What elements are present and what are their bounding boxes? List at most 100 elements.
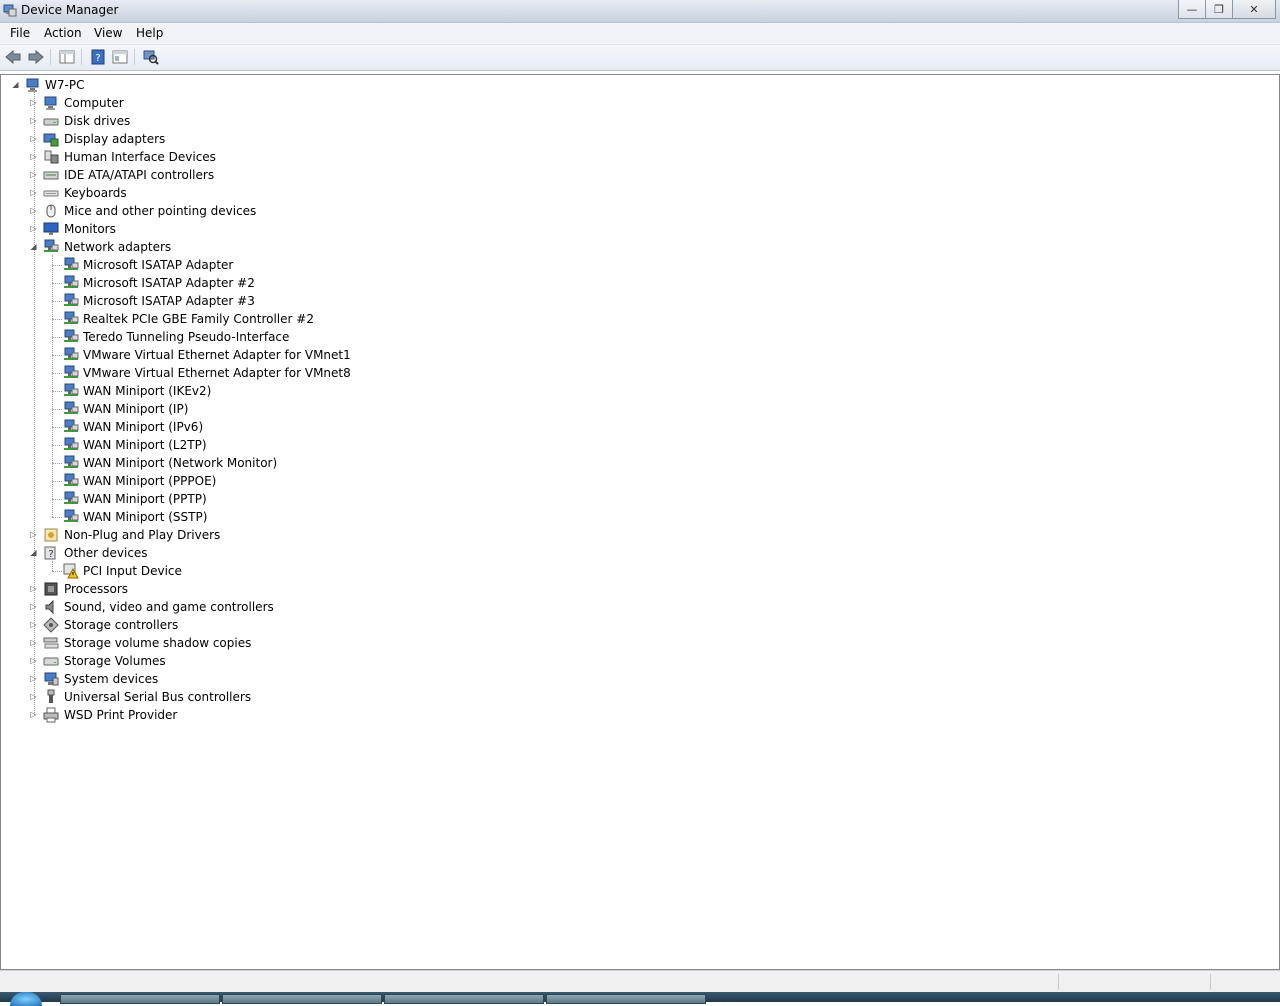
expand-arrow-icon[interactable]: ▷ — [29, 152, 38, 161]
expand-arrow-icon[interactable]: ▷ — [29, 116, 38, 125]
hid-icon — [44, 150, 59, 164]
minimize-button[interactable]: — — [1178, 0, 1206, 19]
expand-arrow-icon[interactable]: ▷ — [29, 530, 38, 539]
expand-arrow-icon[interactable]: ▷ — [29, 206, 38, 215]
unknown-device-icon: ? — [44, 546, 56, 560]
tree-category[interactable]: ▷ Display adapters — [1, 130, 1271, 148]
taskbar-button[interactable] — [546, 994, 706, 1004]
expand-arrow-icon[interactable]: ▷ — [29, 620, 38, 629]
properties-pane-button[interactable] — [57, 48, 77, 66]
menu-help[interactable]: Help — [136, 26, 163, 40]
tree-category[interactable]: ▷ Non-Plug and Play Drivers — [1, 526, 1271, 544]
collapse-arrow-icon[interactable]: ◢ — [29, 242, 38, 251]
tree-category-label: Network adapters — [64, 240, 172, 254]
expand-arrow-icon[interactable]: ▷ — [29, 602, 38, 611]
tree-category[interactable]: ▷ Storage controllers — [1, 616, 1271, 634]
tree-device[interactable]: PCI Input Device — [1, 562, 1271, 580]
toolbar: ? — [0, 45, 1280, 71]
tree-device[interactable]: Teredo Tunneling Pseudo-Interface — [1, 328, 1271, 346]
collapse-arrow-icon[interactable]: ◢ — [29, 548, 38, 557]
expand-arrow-icon[interactable]: ▷ — [29, 656, 38, 665]
start-button[interactable] — [10, 992, 42, 1006]
taskbar-button[interactable] — [222, 994, 382, 1004]
tree-category-label: Universal Serial Bus controllers — [64, 690, 252, 704]
taskbar-button[interactable] — [60, 994, 220, 1004]
tree-device[interactable]: Microsoft ISATAP Adapter #2 — [1, 274, 1271, 292]
tree-device[interactable]: Microsoft ISATAP Adapter #3 — [1, 292, 1271, 310]
expand-arrow-icon[interactable]: ▷ — [29, 674, 38, 683]
tree-device[interactable]: WAN Miniport (PPPOE) — [1, 472, 1271, 490]
tree-category[interactable]: ▷ System devices — [1, 670, 1271, 688]
console-tree-button[interactable] — [110, 48, 130, 66]
tree-device[interactable]: WAN Miniport (IP) — [1, 400, 1271, 418]
tree-device[interactable]: WAN Miniport (Network Monitor) — [1, 454, 1271, 472]
properties-pane-icon — [59, 50, 75, 64]
tree-device[interactable]: WAN Miniport (IPv6) — [1, 418, 1271, 436]
tree-device-label: Microsoft ISATAP Adapter #3 — [83, 294, 255, 308]
tree-category[interactable]: ▷ Monitors — [1, 220, 1271, 238]
tree-device[interactable]: WAN Miniport (PPTP) — [1, 490, 1271, 508]
tree-device[interactable]: WAN Miniport (SSTP) — [1, 508, 1271, 526]
tree-device[interactable]: Realtek PCIe GBE Family Controller #2 — [1, 310, 1271, 328]
tree-category[interactable]: ▷ Keyboards — [1, 184, 1271, 202]
forward-button[interactable] — [26, 48, 46, 66]
tree-device[interactable]: Microsoft ISATAP Adapter — [1, 256, 1271, 274]
maximize-button[interactable]: ❐ — [1206, 0, 1233, 19]
tree-category[interactable]: ▷ Universal Serial Bus controllers — [1, 688, 1271, 706]
back-button[interactable] — [3, 48, 23, 66]
help-button[interactable]: ? — [88, 48, 108, 66]
tree-category[interactable]: ▷ Processors — [1, 580, 1271, 598]
tree-device[interactable]: WAN Miniport (IKEv2) — [1, 382, 1271, 400]
network-adapter-icon — [64, 275, 79, 288]
tree-root[interactable]: ◢ W7-PC — [1, 76, 1271, 94]
expand-arrow-icon[interactable]: ▷ — [29, 98, 38, 107]
menu-file[interactable]: File — [10, 26, 30, 40]
tree-category[interactable]: ▷ Storage Volumes — [1, 652, 1271, 670]
menu-view[interactable]: View — [94, 26, 122, 40]
expand-arrow-icon[interactable]: ▷ — [29, 188, 38, 197]
storage-volume-icon — [43, 657, 59, 666]
tree-device[interactable]: WAN Miniport (L2TP) — [1, 436, 1271, 454]
tree-category[interactable]: ▷ Sound, video and game controllers — [1, 598, 1271, 616]
network-adapter-icon — [64, 473, 79, 486]
tree-category[interactable]: ◢? Other devices — [1, 544, 1271, 562]
svg-text:?: ? — [48, 549, 53, 560]
window-title: Device Manager — [21, 3, 119, 17]
close-button[interactable]: ✕ — [1233, 0, 1276, 19]
expand-arrow-icon[interactable]: ▷ — [29, 710, 38, 719]
tree-category-label: Non-Plug and Play Drivers — [64, 528, 221, 542]
taskbar-button[interactable] — [384, 994, 544, 1004]
collapse-arrow-icon[interactable]: ◢ — [11, 80, 20, 89]
tree-category[interactable]: ▷ Storage volume shadow copies — [1, 634, 1271, 652]
driver-icon — [44, 528, 58, 542]
expand-arrow-icon[interactable]: ▷ — [29, 638, 38, 647]
title-bar[interactable]: Device Manager — ❐ ✕ — [0, 0, 1280, 23]
tree-category[interactable]: ▷ WSD Print Provider — [1, 706, 1271, 724]
network-adapter-icon — [64, 383, 79, 396]
menu-action[interactable]: Action — [44, 26, 82, 40]
tree-category[interactable]: ▷ IDE ATA/ATAPI controllers — [1, 166, 1271, 184]
network-adapter-icon — [64, 419, 79, 432]
tree-category[interactable]: ▷ Mice and other pointing devices — [1, 202, 1271, 220]
tree-device[interactable]: VMware Virtual Ethernet Adapter for VMne… — [1, 346, 1271, 364]
scan-hardware-button[interactable] — [141, 48, 161, 66]
expand-arrow-icon[interactable]: ▷ — [29, 692, 38, 701]
network-adapter-icon — [64, 401, 79, 414]
tree-category[interactable]: ◢ Network adapters — [1, 238, 1271, 256]
expand-arrow-icon[interactable]: ▷ — [29, 224, 38, 233]
expand-arrow-icon[interactable]: ▷ — [29, 170, 38, 179]
expand-arrow-icon[interactable]: ▷ — [29, 584, 38, 593]
tree-category[interactable]: ▷ Disk drives — [1, 112, 1271, 130]
tree-device-label: WAN Miniport (PPTP) — [83, 492, 207, 506]
keyboard-icon — [43, 190, 59, 197]
tree-category[interactable]: ▷ Computer — [1, 94, 1271, 112]
tree-category[interactable]: ▷ Human Interface Devices — [1, 148, 1271, 166]
expand-arrow-icon[interactable]: ▷ — [29, 134, 38, 143]
tree-device[interactable]: VMware Virtual Ethernet Adapter for VMne… — [1, 364, 1271, 382]
tree-device-label: PCI Input Device — [83, 564, 182, 578]
tree-category-label: Storage Volumes — [64, 654, 166, 668]
device-tree[interactable]: ◢ W7-PC ▷ Computer ▷ Disk drives ▷ Display adap… — [0, 74, 1280, 970]
computer-icon — [26, 78, 39, 92]
storage-controller-icon — [43, 617, 59, 633]
tree-device-label: VMware Virtual Ethernet Adapter for VMne… — [83, 348, 351, 362]
